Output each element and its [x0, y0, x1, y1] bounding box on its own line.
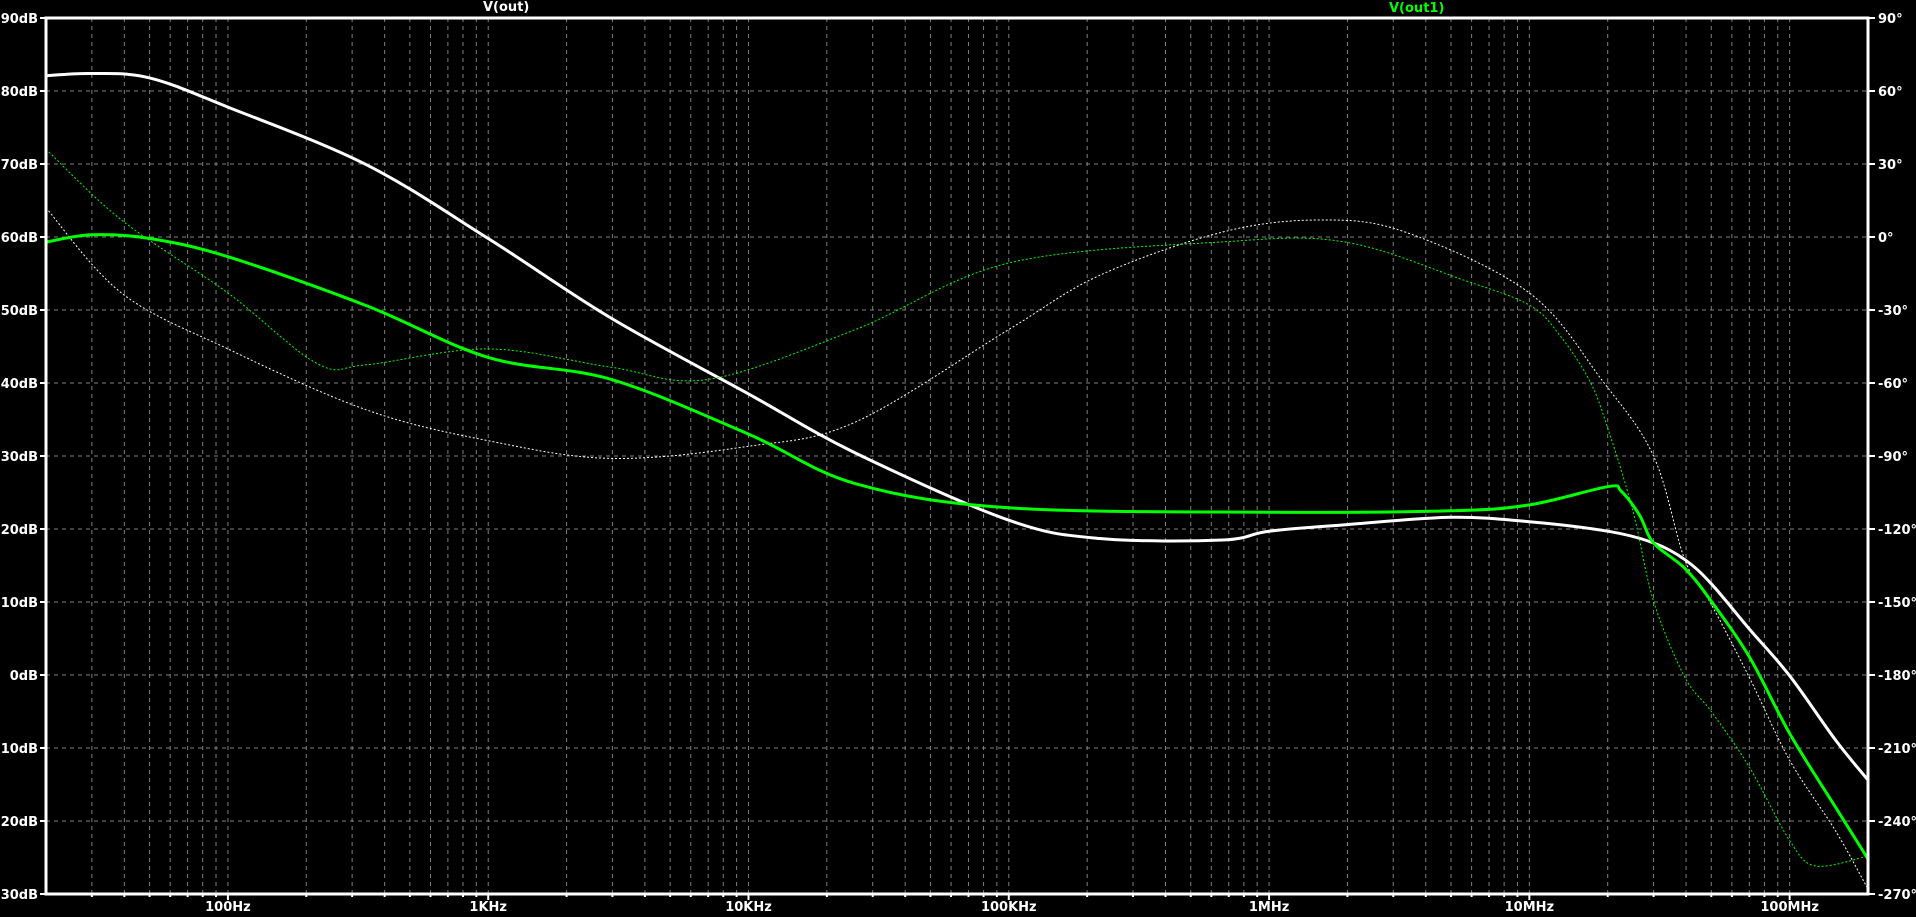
y-left-tick-label: 90dB [1, 12, 38, 27]
y-left-tick-label: 10dB [1, 596, 38, 611]
x-tick-label: 100KHz [981, 900, 1037, 915]
y-left-tick-label: -30dB [0, 888, 38, 903]
y-right-tick-label: 60° [1878, 85, 1903, 100]
y-right-tick-label: -30° [1878, 304, 1908, 319]
x-tick-label: 100Hz [205, 900, 251, 915]
plot-frame [40, 16, 1875, 900]
x-tick-label: 10MHz [1505, 900, 1554, 915]
x-tick-label: 1KHz [469, 900, 507, 915]
y-right-tick-label: 0° [1878, 231, 1894, 246]
y-right-tick-label: -270° [1878, 888, 1916, 903]
y-left-tick-label: 20dB [1, 523, 38, 538]
y-right-tick-label: 90° [1878, 12, 1903, 27]
y-right-tick-label: -150° [1878, 596, 1916, 611]
bode-plot-window: 90dB 80dB 70dB 60dB 50dB 40dB 30dB 20dB 10dB 0dB -… [0, 0, 1916, 917]
x-tick-label: 100MHz [1760, 900, 1819, 915]
legend-v-out[interactable]: V(out) [483, 0, 529, 15]
y-left-tick-label: 0dB [10, 669, 38, 684]
y-left-tick-label: 30dB [1, 450, 38, 465]
curves [45, 71, 1870, 890]
y-right-tick-label: -90° [1878, 450, 1908, 465]
y-left-tick-label: 70dB [1, 158, 38, 173]
y-right-tick-label: -180° [1878, 669, 1916, 684]
y-left-tick-label: 40dB [1, 377, 38, 392]
magnitude-curve-v-out1 [45, 233, 1870, 860]
y-left-tick-label: -10dB [0, 742, 38, 757]
y-right-tick-label: 30° [1878, 158, 1903, 173]
grid [46, 18, 1868, 894]
y-right-tick-label: -120° [1878, 523, 1916, 538]
legend-v-out1[interactable]: V(out1) [1389, 1, 1444, 16]
bode-plot: 90dB 80dB 70dB 60dB 50dB 40dB 30dB 20dB 10dB 0dB -… [0, 0, 1916, 915]
phase-curve-v-out1 [45, 148, 1869, 867]
magnitude-curve-v-out [45, 71, 1870, 782]
y-left-tick-label: -20dB [0, 815, 38, 830]
y-right-tick-label: -240° [1878, 815, 1916, 830]
x-tick-label: 1MHz [1249, 900, 1289, 915]
y-left-tick-label: 80dB [1, 85, 38, 100]
x-tick-label: 10KHz [725, 900, 772, 915]
axis-labels: 90dB 80dB 70dB 60dB 50dB 40dB 30dB 20dB 10dB 0dB -… [0, 12, 1916, 915]
y-right-tick-label: -60° [1878, 377, 1908, 392]
y-left-tick-label: 60dB [1, 231, 38, 246]
y-right-tick-label: -210° [1878, 742, 1916, 757]
y-left-tick-label: 50dB [1, 304, 38, 319]
